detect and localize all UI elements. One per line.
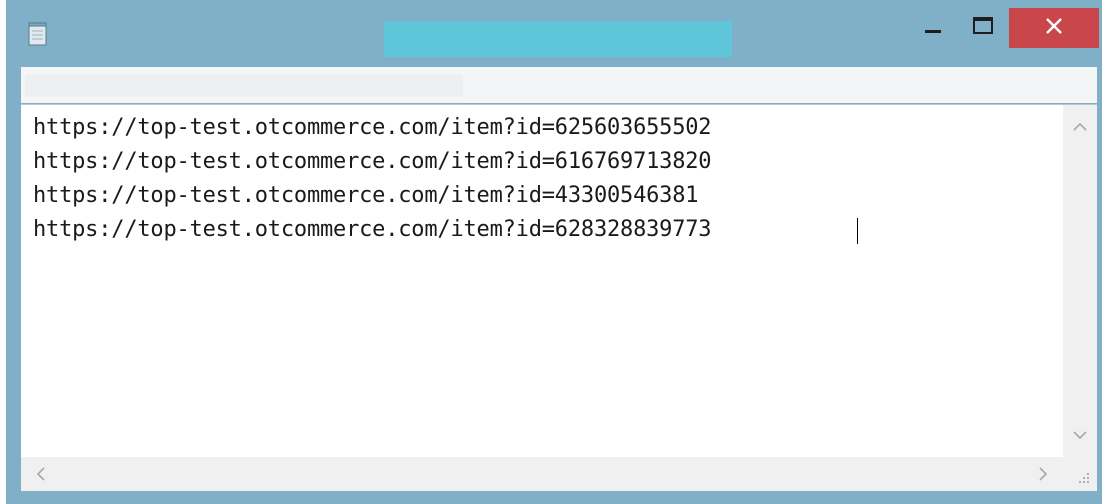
scroll-right-icon[interactable] xyxy=(1035,466,1051,482)
resize-grip-icon xyxy=(1077,471,1091,490)
text-area[interactable]: https://top-test.otcommerce.com/item?id=… xyxy=(21,105,1063,457)
scroll-up-icon[interactable] xyxy=(1072,119,1088,135)
menu-bar[interactable] xyxy=(21,67,1097,103)
scroll-down-icon[interactable] xyxy=(1072,427,1088,443)
horizontal-scrollbar[interactable] xyxy=(21,457,1063,491)
notepad-app-icon[interactable] xyxy=(28,22,48,46)
maximize-button[interactable] xyxy=(962,8,1004,48)
text-line: https://top-test.otcommerce.com/item?id=… xyxy=(33,115,712,140)
scroll-left-icon[interactable] xyxy=(33,466,49,482)
notepad-window: https://top-test.otcommerce.com/item?id=… xyxy=(6,0,1102,504)
resize-grip[interactable] xyxy=(1063,457,1097,491)
minimize-icon xyxy=(923,16,943,41)
text-caret xyxy=(857,218,858,244)
minimize-button[interactable] xyxy=(912,8,954,48)
text-line: https://top-test.otcommerce.com/item?id=… xyxy=(33,183,699,208)
vertical-scrollbar[interactable] xyxy=(1063,105,1097,457)
menu-bar-redacted xyxy=(25,75,463,97)
close-icon xyxy=(1045,17,1063,40)
text-editor[interactable]: https://top-test.otcommerce.com/item?id=… xyxy=(21,104,1097,491)
text-line: https://top-test.otcommerce.com/item?id=… xyxy=(33,149,712,174)
maximize-icon xyxy=(972,16,994,41)
close-button[interactable] xyxy=(1009,8,1099,48)
text-line: https://top-test.otcommerce.com/item?id=… xyxy=(33,217,712,242)
title-bar[interactable] xyxy=(6,0,1102,62)
window-title-redacted xyxy=(384,21,732,57)
